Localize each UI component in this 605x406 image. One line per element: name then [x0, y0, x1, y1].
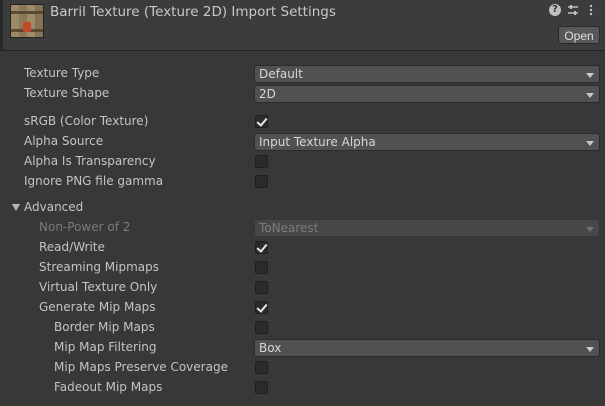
- generate-mip-maps-checkbox[interactable]: [255, 301, 268, 314]
- ignore-png-gamma-row: Ignore PNG file gamma: [0, 173, 605, 191]
- texture-shape-value: 2D: [259, 87, 276, 101]
- foldout-arrow-icon: [12, 204, 20, 211]
- srgb-row: sRGB (Color Texture): [0, 113, 605, 131]
- read-write-row: Read/Write: [0, 239, 605, 257]
- non-power-of-2-row: Non-Power of 2 ToNearest: [0, 219, 605, 237]
- read-write-label: Read/Write: [39, 240, 105, 254]
- chevron-down-icon: [586, 93, 594, 98]
- srgb-label: sRGB (Color Texture): [24, 114, 149, 128]
- texture-shape-dropdown[interactable]: 2D: [254, 85, 600, 103]
- texture-type-value: Default: [259, 67, 303, 81]
- non-power-of-2-value: ToNearest: [259, 221, 319, 235]
- chevron-down-icon: [586, 73, 594, 78]
- checkmark-icon: [256, 241, 268, 253]
- non-power-of-2-dropdown: ToNearest: [254, 219, 600, 237]
- alpha-source-label: Alpha Source: [24, 134, 104, 148]
- checkmark-icon: [256, 115, 268, 127]
- checkmark-icon: [256, 301, 268, 313]
- chevron-down-icon: [586, 347, 594, 352]
- virtual-texture-only-label: Virtual Texture Only: [39, 280, 158, 294]
- streaming-mipmaps-label: Streaming Mipmaps: [39, 260, 160, 274]
- non-power-of-2-label: Non-Power of 2: [39, 220, 131, 234]
- help-icon[interactable]: ?: [549, 4, 561, 16]
- header-edge: [0, 0, 3, 50]
- inspector-title: Barril Texture (Texture 2D) Import Setti…: [50, 4, 336, 20]
- alpha-is-transparency-checkbox[interactable]: [255, 155, 268, 168]
- alpha-source-row: Alpha Source Input Texture Alpha: [0, 133, 605, 151]
- alpha-source-dropdown[interactable]: Input Texture Alpha: [254, 133, 600, 151]
- virtual-texture-only-row: Virtual Texture Only: [0, 279, 605, 297]
- more-options-icon[interactable]: [585, 4, 597, 16]
- alpha-source-value: Input Texture Alpha: [259, 135, 376, 149]
- ignore-png-gamma-label: Ignore PNG file gamma: [24, 174, 164, 188]
- mip-map-filtering-label: Mip Map Filtering: [54, 340, 157, 354]
- border-mip-maps-checkbox[interactable]: [255, 321, 268, 334]
- fadeout-mip-maps-label: Fadeout Mip Maps: [54, 380, 163, 394]
- generate-mip-maps-row: Generate Mip Maps: [0, 299, 605, 317]
- inspector-header: Barril Texture (Texture 2D) Import Setti…: [0, 0, 605, 51]
- generate-mip-maps-label: Generate Mip Maps: [39, 300, 156, 314]
- texture-shape-row: Texture Shape 2D: [0, 85, 605, 103]
- texture-thumbnail: [10, 4, 44, 38]
- texture-shape-label: Texture Shape: [24, 86, 110, 100]
- texture-type-dropdown[interactable]: Default: [254, 65, 600, 83]
- streaming-mipmaps-row: Streaming Mipmaps: [0, 259, 605, 277]
- advanced-label: Advanced: [24, 200, 84, 214]
- ignore-png-gamma-checkbox[interactable]: [255, 175, 268, 188]
- texture-type-label: Texture Type: [24, 66, 100, 80]
- mip-maps-preserve-coverage-checkbox[interactable]: [255, 361, 268, 374]
- border-mip-maps-row: Border Mip Maps: [0, 319, 605, 337]
- mip-maps-preserve-coverage-row: Mip Maps Preserve Coverage: [0, 359, 605, 377]
- streaming-mipmaps-checkbox[interactable]: [255, 261, 268, 274]
- mip-maps-preserve-coverage-label: Mip Maps Preserve Coverage: [54, 360, 228, 374]
- srgb-checkbox[interactable]: [255, 115, 268, 128]
- border-mip-maps-label: Border Mip Maps: [54, 320, 155, 334]
- fadeout-mip-maps-checkbox[interactable]: [255, 381, 268, 394]
- alpha-is-transparency-label: Alpha Is Transparency: [24, 154, 156, 168]
- open-button[interactable]: Open: [558, 26, 600, 44]
- presets-icon[interactable]: [567, 4, 579, 16]
- mip-map-filtering-row: Mip Map Filtering Box: [0, 339, 605, 357]
- virtual-texture-only-checkbox[interactable]: [255, 281, 268, 294]
- texture-type-row: Texture Type Default: [0, 65, 605, 83]
- alpha-is-transparency-row: Alpha Is Transparency: [0, 153, 605, 171]
- fadeout-mip-maps-row: Fadeout Mip Maps: [0, 379, 605, 397]
- chevron-down-icon: [586, 141, 594, 146]
- header-icons: ?: [549, 4, 597, 16]
- mip-map-filtering-dropdown[interactable]: Box: [254, 339, 600, 357]
- advanced-foldout[interactable]: Advanced: [0, 199, 605, 217]
- read-write-checkbox[interactable]: [255, 241, 268, 254]
- chevron-down-icon: [586, 227, 594, 232]
- mip-map-filtering-value: Box: [259, 341, 282, 355]
- import-settings-inspector: Barril Texture (Texture 2D) Import Setti…: [0, 0, 605, 406]
